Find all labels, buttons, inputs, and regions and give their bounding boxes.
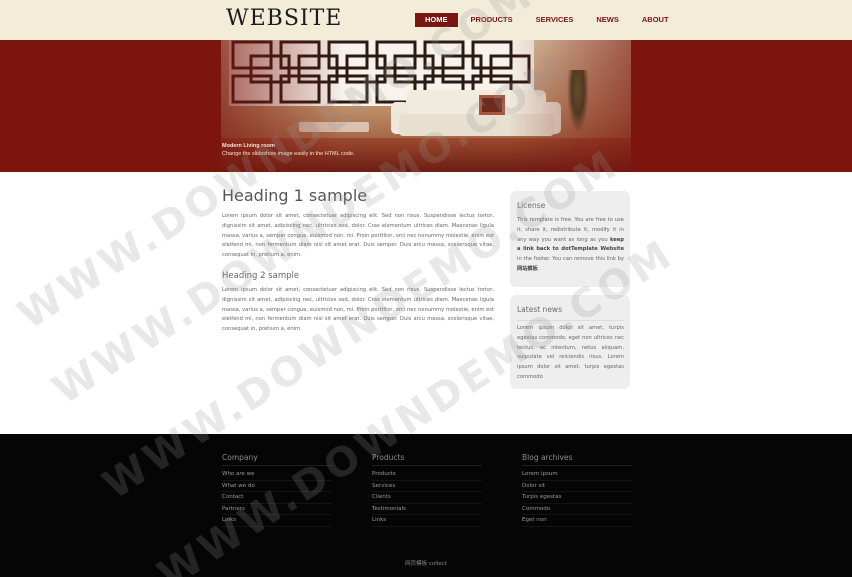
- copyright-link[interactable]: 网页模板: [405, 561, 427, 567]
- license-text-part: This template is free. You are free to u…: [517, 217, 624, 243]
- paragraph-2: Lorem ipsum dolor sit amet, consectetuer…: [222, 286, 494, 333]
- latest-news-box: Latest news Lorem ipsum dolor sit amet, …: [510, 295, 630, 389]
- site-footer: Company Who are we What we do Contact Pa…: [0, 434, 852, 577]
- footer-link[interactable]: Eget non: [522, 515, 632, 527]
- copyright-text: collect: [427, 561, 447, 567]
- nav-services[interactable]: SERVICES: [526, 13, 584, 27]
- slideshow-caption: Modern Living room Change the slideshow …: [222, 143, 354, 158]
- license-text: This template is free. You are free to u…: [517, 216, 624, 275]
- license-text-part: in the footer. You can remove this link …: [517, 256, 624, 263]
- nav-products[interactable]: PRODUCTS: [461, 13, 523, 27]
- news-text: Lorem ipsum dolor sit amet, turpis egest…: [517, 325, 624, 380]
- paragraph-1: Lorem ipsum dolor sit amet, consectetuer…: [222, 213, 494, 259]
- footer-link[interactable]: Commodo: [522, 504, 632, 515]
- nav-home[interactable]: HOME: [415, 13, 458, 27]
- footer-link[interactable]: Links: [372, 515, 482, 527]
- license-title: License: [517, 201, 546, 210]
- footer-link[interactable]: Who are we: [222, 469, 332, 481]
- main-nav: HOME PRODUCTS SERVICES NEWS ABOUT: [415, 13, 682, 27]
- footer-link[interactable]: Links: [222, 515, 332, 527]
- banner-slideshow: Modern Living room Change the slideshow …: [0, 40, 852, 172]
- footer-link[interactable]: Dolor sit: [522, 481, 632, 492]
- footer-link[interactable]: Clients: [372, 492, 482, 504]
- nav-about[interactable]: ABOUT: [632, 13, 679, 27]
- footer-column-products: Products Products Services Clients Testi…: [372, 453, 482, 527]
- caption-text: Change the slideshow image easily in the…: [222, 150, 355, 157]
- footer-link[interactable]: Services: [372, 481, 482, 492]
- footer-link[interactable]: Partners: [222, 504, 332, 515]
- template-site-link[interactable]: 网站模板: [517, 266, 538, 272]
- footer-link[interactable]: Turpis egestas: [522, 492, 632, 504]
- heading-2: Heading 2 sample: [222, 270, 300, 281]
- footer-link[interactable]: What we do: [222, 481, 332, 492]
- footer-column-blog-archives: Blog archives Lorem ipsum Dolor sit Turp…: [522, 453, 632, 527]
- footer-link[interactable]: Contact: [222, 492, 332, 504]
- nav-news[interactable]: NEWS: [586, 13, 629, 27]
- footer-column-title: Products: [372, 453, 482, 466]
- footer-column-title: Company: [222, 453, 332, 466]
- main-content: Heading 1 sample Lorem ipsum dolor sit a…: [222, 186, 494, 335]
- footer-column-title: Blog archives: [522, 453, 632, 466]
- license-box: License This template is free. You are f…: [510, 191, 630, 287]
- copyright: 网页模板 collect: [0, 559, 852, 567]
- caption-title: Modern Living room: [222, 143, 275, 149]
- news-title: Latest news: [517, 305, 562, 314]
- footer-link[interactable]: Testimonials: [372, 504, 482, 515]
- divider: [517, 320, 624, 321]
- license-text-part: .: [537, 265, 540, 272]
- footer-column-company: Company Who are we What we do Contact Pa…: [222, 453, 332, 527]
- heading-1: Heading 1 sample: [222, 186, 368, 205]
- footer-link[interactable]: Products: [372, 469, 482, 481]
- site-logo[interactable]: WEBSITE: [226, 6, 342, 31]
- site-header: WEBSITE HOME PRODUCTS SERVICES NEWS ABOU…: [0, 0, 852, 40]
- footer-link[interactable]: Lorem ipsum: [522, 469, 632, 481]
